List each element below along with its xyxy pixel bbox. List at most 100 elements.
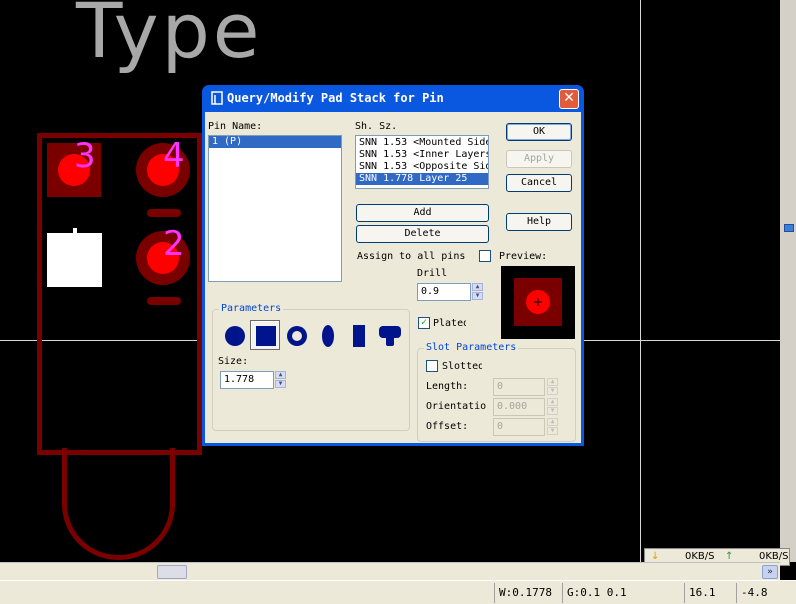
crosshair-vertical [640, 0, 641, 562]
dialog-title: Query/Modify Pad Stack for Pin [227, 91, 444, 105]
dialog-titlebar[interactable]: Query/Modify Pad Stack for Pin ✕ [205, 85, 581, 112]
upload-speed: 0KB/S [759, 551, 789, 562]
oval-icon [322, 325, 334, 347]
stepper-up-icon[interactable]: ▲ [547, 378, 558, 386]
rectangle-shape-button[interactable] [343, 320, 373, 350]
assign-all-label: Assign to all pins [357, 251, 466, 262]
status-x: 16.1 [684, 583, 736, 603]
upload-arrow-icon: ↑ [725, 551, 734, 562]
orientation-input[interactable]: 0.000 [493, 398, 545, 416]
stepper-up-icon[interactable]: ▲ [547, 398, 558, 406]
close-button[interactable]: ✕ [559, 89, 579, 109]
oval-shape-button[interactable] [312, 320, 342, 350]
round-icon [225, 326, 245, 346]
stepper-up-icon[interactable]: ▲ [275, 371, 286, 379]
status-y: -4.8 [736, 583, 796, 603]
size-label: Size: [218, 356, 249, 367]
stepper-down-icon[interactable]: ▼ [547, 387, 558, 395]
pin-number-3: 3 [74, 136, 96, 176]
drill-input[interactable]: 0.9 [417, 283, 471, 301]
horizontal-scrollbar[interactable]: » [0, 562, 780, 580]
stepper-up-icon[interactable]: ▲ [547, 418, 558, 426]
drill-value: 0.9 [421, 286, 440, 297]
length-input[interactable]: 0 [493, 378, 545, 396]
list-item[interactable]: SNN 1.778 Layer 25 [356, 173, 488, 185]
status-grid: G:0.1 0.1 [562, 583, 684, 603]
stepper-down-icon[interactable]: ▼ [275, 380, 286, 388]
preview-label: Preview: [499, 251, 548, 262]
drill-label: Drill [417, 268, 448, 279]
thermal-shape-button[interactable] [374, 320, 404, 350]
orientation-value: 0.000 [497, 401, 528, 412]
rectangle-icon [353, 325, 365, 347]
stepper-down-icon[interactable]: ▼ [547, 407, 558, 415]
square-icon [256, 326, 276, 346]
length-value: 0 [497, 381, 504, 392]
shape-toolbar [219, 320, 405, 352]
round-shape-button[interactable] [219, 320, 249, 350]
plated-label: Plated [433, 318, 466, 329]
pad-stack-dialog: Query/Modify Pad Stack for Pin ✕ Pin Nam… [202, 85, 584, 446]
offset-value: 0 [497, 421, 504, 432]
slotted-checkbox[interactable] [426, 360, 438, 372]
scroll-thumb[interactable] [157, 565, 187, 579]
assign-all-checkbox[interactable] [479, 250, 491, 262]
shape-size-label: Sh. Sz. [355, 121, 398, 132]
slotted-label: Slotted [442, 361, 482, 372]
stepper-up-icon[interactable]: ▲ [472, 283, 483, 291]
app-icon [211, 91, 223, 105]
length-stepper[interactable]: ▲ ▼ [546, 378, 558, 396]
dialog-body: Pin Name: 1 (P) Sh. Sz. SNN 1.53 <Mounte… [205, 112, 581, 443]
orientation-stepper[interactable]: ▲ ▼ [546, 398, 558, 416]
type-silkscreen-text: Type [76, 0, 263, 75]
list-item[interactable]: SNN 1.53 <Mounted Side [356, 137, 488, 149]
annular-shape-button[interactable] [281, 320, 311, 350]
annular-icon [287, 326, 307, 346]
offset-label: Offset: [426, 421, 469, 432]
delete-button[interactable]: Delete [356, 225, 489, 243]
pad-preview [501, 266, 575, 339]
status-width: W:0.1778 [494, 583, 562, 603]
check-icon: ✓ [420, 317, 428, 328]
slot-parameters-group: Slot Parameters Slotted Length: 0 ▲ ▼ Or… [417, 342, 576, 442]
close-icon: ✕ [563, 90, 575, 106]
size-stepper[interactable]: ▲ ▼ [274, 371, 286, 389]
pad-1-selected[interactable] [47, 233, 102, 287]
thermal-icon [379, 326, 401, 346]
silk-dash [147, 297, 181, 305]
download-speed: 0KB/S [685, 551, 715, 562]
list-item[interactable]: SNN 1.53 <Opposite Side [356, 161, 488, 173]
parameters-title: Parameters [219, 303, 284, 314]
offset-stepper[interactable]: ▲ ▼ [546, 418, 558, 436]
cancel-button[interactable]: Cancel [506, 174, 572, 192]
square-shape-button[interactable] [250, 320, 280, 350]
scroll-right-icon[interactable]: » [762, 565, 778, 579]
download-arrow-icon: ↓ [651, 551, 660, 562]
component-loop-outline [62, 448, 175, 560]
stepper-down-icon[interactable]: ▼ [547, 427, 558, 435]
slot-parameters-title: Slot Parameters [424, 342, 519, 353]
layer-list[interactable]: SNN 1.53 <Mounted Side SNN 1.53 <Inner L… [355, 135, 489, 189]
orientation-label: Orientation: [426, 401, 486, 412]
apply-button[interactable]: Apply [506, 150, 572, 168]
add-button[interactable]: Add [356, 204, 489, 222]
list-item[interactable]: SNN 1.53 <Inner Layers [356, 149, 488, 161]
pin-number-4: 4 [163, 136, 185, 176]
plated-checkbox[interactable]: ✓ [418, 317, 430, 329]
silk-dash [147, 209, 181, 217]
length-label: Length: [426, 381, 469, 392]
size-value: 1.778 [224, 374, 255, 385]
drill-stepper[interactable]: ▲ ▼ [471, 283, 483, 301]
scroll-marker [784, 224, 794, 232]
ok-button[interactable]: OK [506, 123, 572, 141]
offset-input[interactable]: 0 [493, 418, 545, 436]
help-button[interactable]: Help [506, 213, 572, 231]
size-input[interactable]: 1.778 [220, 371, 274, 389]
preview-graphic [514, 278, 562, 326]
list-item[interactable]: 1 (P) [209, 136, 341, 148]
pin-list[interactable]: 1 (P) [208, 135, 342, 282]
pin-name-label: Pin Name: [208, 121, 263, 132]
stepper-down-icon[interactable]: ▼ [472, 292, 483, 300]
vertical-scrollbar[interactable] [780, 0, 796, 562]
status-bar: W:0.1778 G:0.1 0.1 16.1 -4.8 [0, 580, 796, 604]
